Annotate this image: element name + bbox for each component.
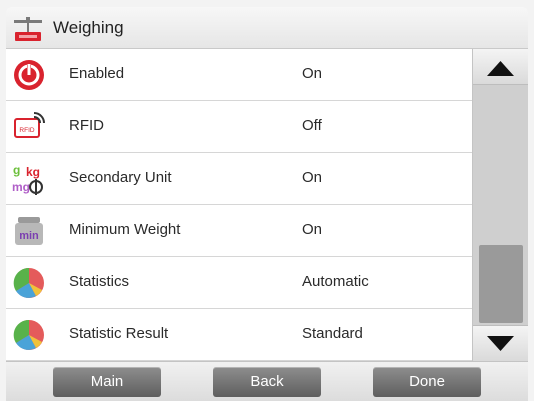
units-icon-g: g — [13, 163, 20, 177]
scroll-down-button[interactable] — [473, 325, 528, 361]
title-bar: Weighing — [6, 7, 528, 49]
row-value: On — [302, 221, 323, 238]
row-value: Automatic — [302, 273, 369, 290]
row-label: RFID — [69, 117, 104, 134]
row-label: Enabled — [69, 65, 125, 82]
row-value: On — [302, 65, 323, 82]
units-icon: g kg mg — [12, 163, 43, 195]
scroll-thumb[interactable] — [479, 245, 523, 323]
units-icon-kg: kg — [26, 165, 40, 179]
rfid-icon: RFID — [14, 112, 45, 138]
list-item-secondary-unit[interactable]: g kg mg Secondary Unit On — [6, 153, 472, 205]
done-button[interactable]: Done — [373, 367, 481, 397]
statistics-icon — [13, 267, 44, 298]
row-value: Standard — [302, 325, 363, 342]
list-item-minimum-weight[interactable]: min Minimum Weight On — [6, 205, 472, 257]
footer-bar: Main Back Done — [6, 361, 528, 401]
power-icon — [14, 60, 44, 90]
row-label: Statistics — [69, 273, 130, 290]
min-weight-icon-text: min — [19, 230, 39, 242]
list-item-enabled[interactable]: Enabled On — [6, 49, 472, 101]
svg-text:RFID: RFID — [19, 127, 34, 134]
list-item-rfid[interactable]: RFID RFID Off — [6, 101, 472, 153]
triangle-up-icon — [487, 61, 514, 76]
triangle-down-icon — [487, 336, 514, 351]
list-item-statistic-result[interactable]: Statistic Result Standard — [6, 309, 472, 361]
scroll-up-button[interactable] — [473, 49, 528, 85]
row-label: Minimum Weight — [69, 221, 181, 238]
main-button[interactable]: Main — [53, 367, 161, 397]
row-value: Off — [302, 117, 322, 134]
row-label: Secondary Unit — [69, 169, 172, 186]
scrollbar[interactable] — [472, 49, 528, 361]
units-icon-mg: mg — [12, 180, 30, 194]
list-item-statistics[interactable]: Statistics Automatic — [6, 257, 472, 309]
statistic-result-icon — [13, 319, 44, 350]
weighing-screen: Weighing Enabled On RFID RFID Off g kg m… — [0, 0, 534, 401]
back-button[interactable]: Back — [213, 367, 321, 397]
row-value: On — [302, 169, 323, 186]
row-label: Statistic Result — [69, 325, 169, 342]
settings-list: Enabled On RFID RFID Off g kg mg Seconda… — [6, 49, 472, 361]
page-title: Weighing — [53, 18, 124, 37]
min-weight-icon: min — [15, 217, 43, 245]
balance-icon — [14, 17, 42, 41]
